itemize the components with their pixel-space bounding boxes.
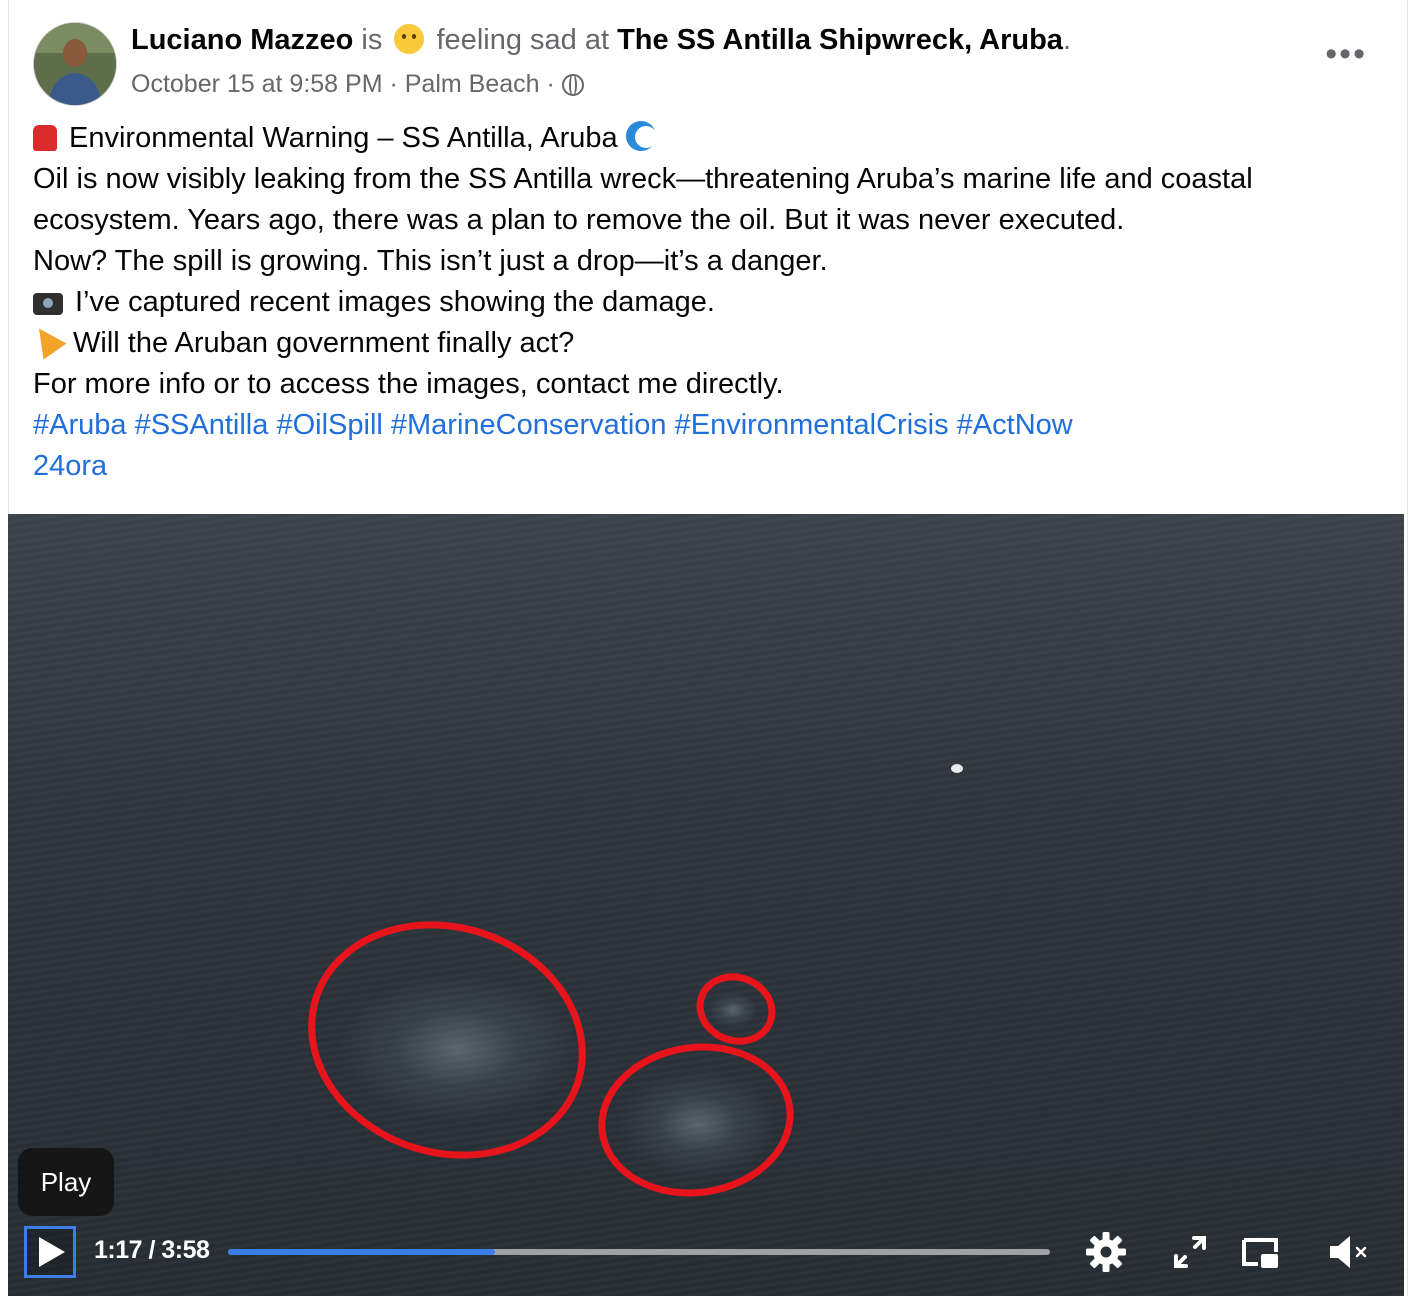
post-body: Environmental Warning – SS Antilla, Arub… bbox=[27, 118, 1367, 487]
post-header: Luciano Mazzeo is feeling sad at The SS … bbox=[33, 22, 1367, 106]
author-avatar[interactable] bbox=[33, 22, 117, 106]
post-meta: October 15 at 9:58 PM · Palm Beach · bbox=[131, 70, 584, 99]
party-popper-icon bbox=[27, 320, 67, 360]
warning-headline: Environmental Warning – SS Antilla, Arub… bbox=[69, 122, 618, 154]
text-line: I’ve captured recent images showing the … bbox=[33, 282, 1367, 323]
play-button[interactable] bbox=[24, 1226, 76, 1278]
wave-icon bbox=[625, 121, 657, 151]
text-line: For more info or to access the images, c… bbox=[33, 368, 784, 400]
at-word: at bbox=[584, 24, 610, 56]
time-display: 1:17 / 3:58 bbox=[94, 1236, 210, 1264]
muted-volume-icon[interactable] bbox=[1326, 1230, 1370, 1274]
gear-icon[interactable] bbox=[1084, 1230, 1128, 1274]
sad-face-icon bbox=[394, 24, 425, 54]
buoy bbox=[951, 764, 963, 773]
place-link[interactable]: Palm Beach bbox=[405, 70, 540, 98]
text-line: Environmental Warning – SS Antilla, Arub… bbox=[33, 118, 1367, 159]
progress-bar[interactable] bbox=[228, 1249, 1050, 1255]
feeling-text: feeling sad bbox=[436, 24, 577, 56]
text-line: Oil is now visibly leaking from the SS A… bbox=[33, 163, 1253, 195]
camera-line-text: I’ve captured recent images showing the … bbox=[75, 286, 715, 318]
is-word: is bbox=[361, 24, 383, 56]
hashtag-link[interactable]: #MarineConservation bbox=[391, 409, 667, 441]
hashtag-link[interactable]: #OilSpill bbox=[276, 409, 382, 441]
fullscreen-icon[interactable] bbox=[1168, 1230, 1212, 1274]
more-options-button[interactable]: ••• bbox=[1325, 37, 1367, 71]
globe-icon bbox=[561, 74, 584, 96]
hashtag-link[interactable]: #SSAntilla bbox=[135, 409, 269, 441]
text-line: ecosystem. Years ago, there was a plan t… bbox=[33, 204, 1125, 236]
camera-icon bbox=[33, 293, 63, 315]
hashtag-list: #Aruba #SSAntilla #OilSpill #MarineConse… bbox=[33, 405, 1367, 446]
video-player[interactable]: Play 1:17 / 3:58 bbox=[8, 514, 1404, 1296]
location-link[interactable]: The SS Antilla Shipwreck, Aruba bbox=[617, 24, 1063, 56]
extra-link[interactable]: 24ora bbox=[33, 450, 107, 482]
video-controls: 1:17 / 3:58 bbox=[8, 1218, 1404, 1296]
post-date[interactable]: October 15 at 9:58 PM bbox=[131, 70, 383, 98]
progress-fill bbox=[228, 1249, 496, 1255]
red-siren-icon bbox=[33, 125, 57, 151]
author-name[interactable]: Luciano Mazzeo bbox=[131, 24, 353, 56]
hashtag-link[interactable]: #EnvironmentalCrisis bbox=[675, 409, 949, 441]
hashtag-link[interactable]: #Aruba bbox=[33, 409, 127, 441]
government-line-text: Will the Aruban government finally act? bbox=[73, 327, 575, 359]
hashtag-link[interactable]: #ActNow bbox=[957, 409, 1073, 441]
hashtag-extra-line: 24ora bbox=[33, 446, 1367, 487]
text-line: Will the Aruban government finally act? bbox=[27, 320, 1367, 364]
avatar-image bbox=[34, 23, 116, 105]
author-line: Luciano Mazzeo is feeling sad at The SS … bbox=[131, 24, 1071, 57]
period: . bbox=[1062, 24, 1071, 56]
meta-separator: · bbox=[539, 70, 562, 98]
meta-separator: · bbox=[382, 70, 405, 98]
text-line: Now? The spill is growing. This isn’t ju… bbox=[33, 245, 828, 277]
play-tooltip: Play bbox=[18, 1148, 114, 1216]
picture-in-picture-icon[interactable] bbox=[1238, 1230, 1282, 1274]
